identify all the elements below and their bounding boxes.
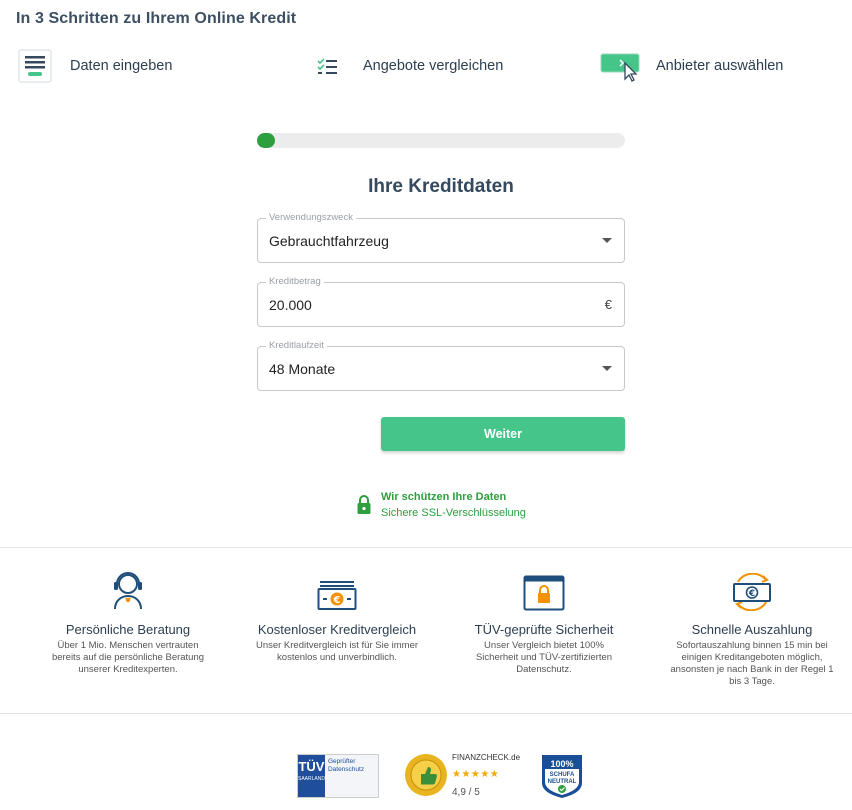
step-enter-data: Daten eingeben	[18, 48, 172, 84]
amount-value: 20.000	[269, 297, 312, 313]
feature-title: Persönliche Beratung	[65, 622, 191, 637]
feature-description: Über 1 Mio. Menschen vertrauten bereits …	[51, 640, 205, 675]
divider	[0, 713, 852, 714]
schufa-line-2: SCHUFA	[550, 772, 575, 778]
finanzcheck-seal: FINANZCHECK.de ★★★★★ 4,9 / 5	[404, 753, 524, 801]
term-label: Kreditlaufzeit	[266, 340, 327, 351]
rating-stars: ★★★★★	[452, 769, 500, 780]
svg-text:€: €	[333, 595, 341, 606]
step-label: Anbieter auswählen	[656, 58, 784, 74]
schufa-line-3: NEUTRAL	[548, 779, 577, 785]
tuv-seal: TÜV SAARLAND Geprüfter Datenschutz	[297, 754, 379, 798]
euro-exchange-icon: €	[730, 572, 774, 616]
feature-description: Unser Kreditvergleich ist für Sie immer …	[255, 640, 419, 663]
headset-agent-icon	[108, 567, 148, 616]
chevron-down-icon	[602, 366, 612, 371]
step-choose-provider: Anbieter auswählen	[600, 48, 783, 84]
tuv-region: SAARLAND	[298, 776, 325, 782]
feature-description: Unser Vergleich bietet 100% Sicherheit u…	[475, 640, 613, 675]
security-line-1: Wir schützen Ihre Daten	[381, 491, 507, 503]
feature-title: Kostenloser Kreditvergleich	[257, 622, 417, 637]
lock-icon	[356, 494, 372, 516]
security-notice: Wir schützen Ihre Daten Sichere SSL-Vers…	[356, 489, 526, 521]
feature-description: Sofortauszahlung binnen 15 min bei einig…	[670, 640, 834, 687]
finanzcheck-name: FINANZCHECK.de	[452, 753, 521, 762]
feature-free-comparison: € Kostenloser Kreditvergleich Unser Kred…	[237, 572, 437, 664]
feature-advice: Persönliche Beratung Über 1 Mio. Mensche…	[28, 572, 228, 676]
tuv-text: Geprüfter Datenschutz	[327, 758, 365, 773]
progress-fill	[257, 133, 276, 148]
chevron-down-icon	[602, 238, 612, 243]
purpose-value: Gebrauchtfahrzeug	[269, 233, 389, 249]
feature-tuv-security: TÜV-geprüfte Sicherheit Unser Vergleich …	[444, 572, 644, 676]
feature-title: TÜV-geprüfte Sicherheit	[474, 622, 614, 637]
security-line-2: Sichere SSL-Verschlüsselung	[381, 507, 526, 519]
term-select[interactable]: Kreditlaufzeit 48 Monate	[257, 340, 625, 391]
schufa-neutral-seal: 100% SCHUFA NEUTRAL	[540, 753, 584, 799]
step-label: Daten eingeben	[70, 58, 173, 74]
divider	[0, 547, 852, 548]
tuv-brand: TÜV	[298, 759, 325, 774]
step-label: Angebote vergleichen	[363, 58, 504, 74]
checklist-icon	[312, 56, 342, 76]
feature-title: Schnelle Auszahlung	[691, 622, 813, 637]
amount-input[interactable]: Kreditbetrag 20.000 €	[257, 276, 625, 327]
continue-button[interactable]: Weiter	[381, 417, 625, 451]
feature-fast-payout: € Schnelle Auszahlung Sofortauszahlung b…	[652, 572, 852, 688]
amount-label: Kreditbetrag	[266, 276, 324, 287]
form-title: Ihre Kreditdaten	[368, 176, 514, 197]
secure-window-icon	[523, 575, 565, 616]
step-compare-offers: Angebote vergleichen	[312, 48, 503, 84]
form-lines-icon	[18, 49, 52, 83]
euro-suffix: €	[604, 297, 612, 312]
purpose-label: Verwendungszweck	[266, 212, 356, 223]
cursor-click-icon	[600, 49, 642, 83]
progress-bar	[257, 133, 625, 148]
award-medal-icon	[404, 753, 448, 797]
schufa-percent: 100%	[550, 759, 573, 769]
page-title: In 3 Schritten zu Ihrem Online Kredit	[16, 10, 297, 27]
svg-text:€: €	[748, 589, 755, 599]
rating-value: 4,9 / 5	[452, 787, 480, 798]
term-value: 48 Monate	[269, 361, 336, 377]
steps-bar: Daten eingeben Angebote vergleichen Anbi…	[0, 48, 852, 84]
euro-banknote-icon: €	[317, 577, 357, 616]
purpose-select[interactable]: Verwendungszweck Gebrauchtfahrzeug	[257, 212, 625, 263]
